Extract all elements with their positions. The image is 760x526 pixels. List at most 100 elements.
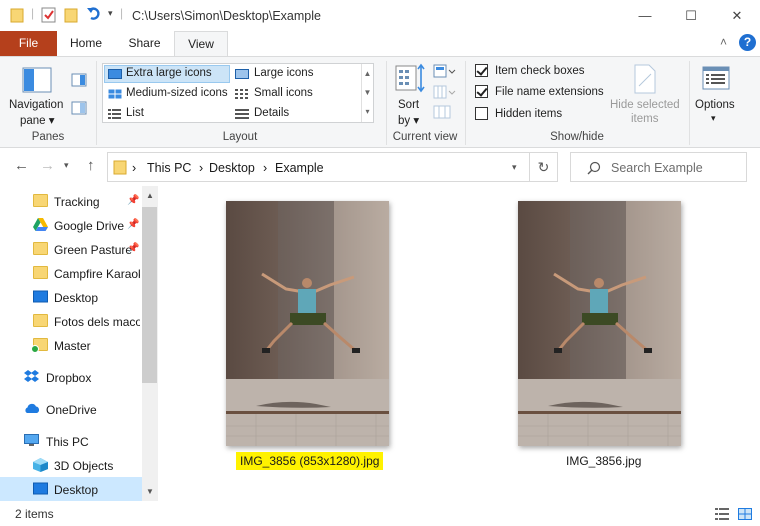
pin-icon: 📌 (127, 219, 140, 230)
layout-list[interactable]: List (126, 107, 144, 119)
nav-item-this-pc[interactable]: This PC (0, 429, 142, 453)
tab-view[interactable]: View (174, 31, 228, 57)
preview-pane-icon[interactable] (71, 73, 87, 87)
item-check-boxes-label[interactable]: Item check boxes (495, 65, 584, 77)
pin-icon: 📌 (127, 195, 140, 206)
details-pane-icon[interactable] (71, 101, 87, 115)
search-icon (587, 161, 601, 175)
collapse-ribbon-icon[interactable]: ˄ (720, 35, 727, 49)
nav-item-dropbox[interactable]: Dropbox (0, 365, 142, 389)
large-icons-view-icon[interactable] (738, 508, 752, 520)
layout-small-icons[interactable]: Small icons (254, 87, 313, 99)
folder-icon (33, 314, 48, 327)
refresh-button[interactable]: ↻ (529, 152, 558, 182)
tab-share[interactable]: Share (117, 31, 172, 56)
google-drive-icon (33, 218, 48, 231)
nav-item-3d-objects[interactable]: 3D Objects (0, 453, 142, 477)
nav-item-master[interactable]: Master (0, 333, 142, 357)
up-arrow-icon[interactable]: ↑ (87, 157, 95, 174)
thumbnail-image (226, 201, 389, 446)
forward-arrow-icon[interactable]: → (40, 157, 55, 174)
properties-icon[interactable] (41, 7, 56, 26)
address-bar[interactable]: › This PC › Desktop › Example ▾ (107, 152, 530, 182)
pin-icon: 📌 (127, 243, 140, 254)
nav-item-desktop-selected[interactable]: Desktop (0, 477, 142, 501)
hide-selected-items-button[interactable]: Hide selected items (606, 61, 684, 127)
search-placeholder: Search Example (611, 161, 703, 175)
breadcrumb-this-pc[interactable]: This PC (147, 161, 191, 175)
group-by-icon[interactable] (433, 64, 457, 78)
nav-item-desktop[interactable]: Desktop (0, 285, 142, 309)
scroll-up-icon[interactable]: ▲ (146, 191, 154, 200)
navigation-pane-button[interactable]: Navigation pane ▾ (6, 61, 68, 127)
details-view-icon[interactable] (715, 508, 729, 520)
options-icon (702, 66, 730, 90)
ribbon-tabs: File Home Share View ˄ ? (0, 31, 760, 57)
hide-selected-icon (634, 64, 656, 94)
folder-sync-icon (31, 338, 48, 353)
group-divider (689, 61, 690, 145)
help-icon[interactable]: ? (739, 34, 756, 51)
breadcrumb-example[interactable]: Example (275, 161, 324, 175)
desktop-icon (33, 482, 48, 495)
scrollbar-thumb[interactable] (142, 207, 157, 383)
sort-by-button[interactable]: Sort by ▾ (393, 61, 427, 127)
sort-icon (395, 63, 425, 93)
file-item[interactable]: IMG_3856 (853x1280).jpg (222, 198, 394, 478)
hidden-items-label[interactable]: Hidden items (495, 108, 562, 120)
tab-file[interactable]: File (0, 31, 57, 56)
breadcrumb-separator[interactable]: › (263, 161, 267, 175)
nav-item-tracking[interactable]: Tracking 📌 (0, 189, 142, 213)
file-name-extensions-checkbox[interactable] (475, 85, 488, 98)
extra-large-icons-icon (108, 69, 122, 79)
file-name-extensions-label[interactable]: File name extensions (495, 86, 604, 98)
nav-item-fotos[interactable]: Fotos dels maco (0, 309, 142, 333)
breadcrumb-separator[interactable]: › (199, 161, 203, 175)
size-columns-icon[interactable] (433, 105, 453, 119)
back-arrow-icon[interactable]: ← (14, 157, 29, 174)
nav-item-onedrive[interactable]: OneDrive (0, 397, 142, 421)
layout-extra-large-icons[interactable]: Extra large icons (126, 67, 212, 79)
file-item[interactable]: IMG_3856.jpg (514, 198, 686, 478)
medium-icons-icon (108, 89, 122, 99)
options-button[interactable]: Options ▾ (693, 61, 739, 127)
search-input[interactable]: Search Example (570, 152, 747, 182)
close-button[interactable]: ✕ (714, 0, 760, 31)
item-count: 2 items (15, 507, 54, 521)
recent-locations-icon[interactable]: ▾ (64, 160, 69, 171)
window-title: C:\Users\Simon\Desktop\Example (132, 9, 321, 23)
group-divider (465, 61, 466, 145)
group-divider (386, 61, 387, 145)
new-folder-icon[interactable] (64, 8, 78, 26)
nav-item-google-drive[interactable]: Google Drive 📌 (0, 213, 142, 237)
add-columns-icon[interactable] (433, 85, 457, 99)
maximize-button[interactable]: ☐ (668, 0, 714, 31)
address-dropdown-icon[interactable]: ▾ (512, 162, 517, 173)
tab-home[interactable]: Home (60, 31, 112, 56)
scroll-down-icon[interactable]: ▼ (146, 487, 154, 496)
undo-icon[interactable] (86, 6, 102, 25)
title-bar: | ▾ | C:\Users\Simon\Desktop\Example — ☐… (0, 0, 760, 31)
file-name[interactable]: IMG_3856.jpg (566, 454, 641, 468)
layout-large-icons[interactable]: Large icons (254, 67, 313, 79)
pc-icon (24, 434, 39, 446)
layout-scroll[interactable]: ▲ ▼ ▾ (361, 64, 373, 122)
dropbox-icon (24, 370, 39, 382)
status-bar: 2 items (0, 501, 760, 526)
breadcrumb-desktop[interactable]: Desktop (209, 161, 255, 175)
small-icons-icon (235, 89, 248, 99)
minimize-button[interactable]: — (622, 0, 668, 31)
layout-medium-icons[interactable]: Medium-sized icons (126, 87, 228, 99)
desktop-icon (33, 290, 48, 303)
breadcrumb-separator[interactable]: › (132, 161, 136, 175)
separator-icon: | (31, 6, 35, 20)
ribbon: Navigation pane ▾ Panes Extra large icon… (0, 56, 760, 148)
file-name[interactable]: IMG_3856 (853x1280).jpg (236, 452, 384, 470)
folder-icon (33, 242, 48, 255)
nav-item-green-pasture[interactable]: Green Pasture 📌 (0, 237, 142, 261)
layout-details[interactable]: Details (254, 107, 289, 119)
item-check-boxes-checkbox[interactable] (475, 64, 488, 77)
customize-toolbar-icon[interactable]: ▾ (108, 8, 113, 19)
nav-item-campfire-karaoke[interactable]: Campfire Karaok (0, 261, 142, 285)
hidden-items-checkbox[interactable] (475, 107, 488, 120)
